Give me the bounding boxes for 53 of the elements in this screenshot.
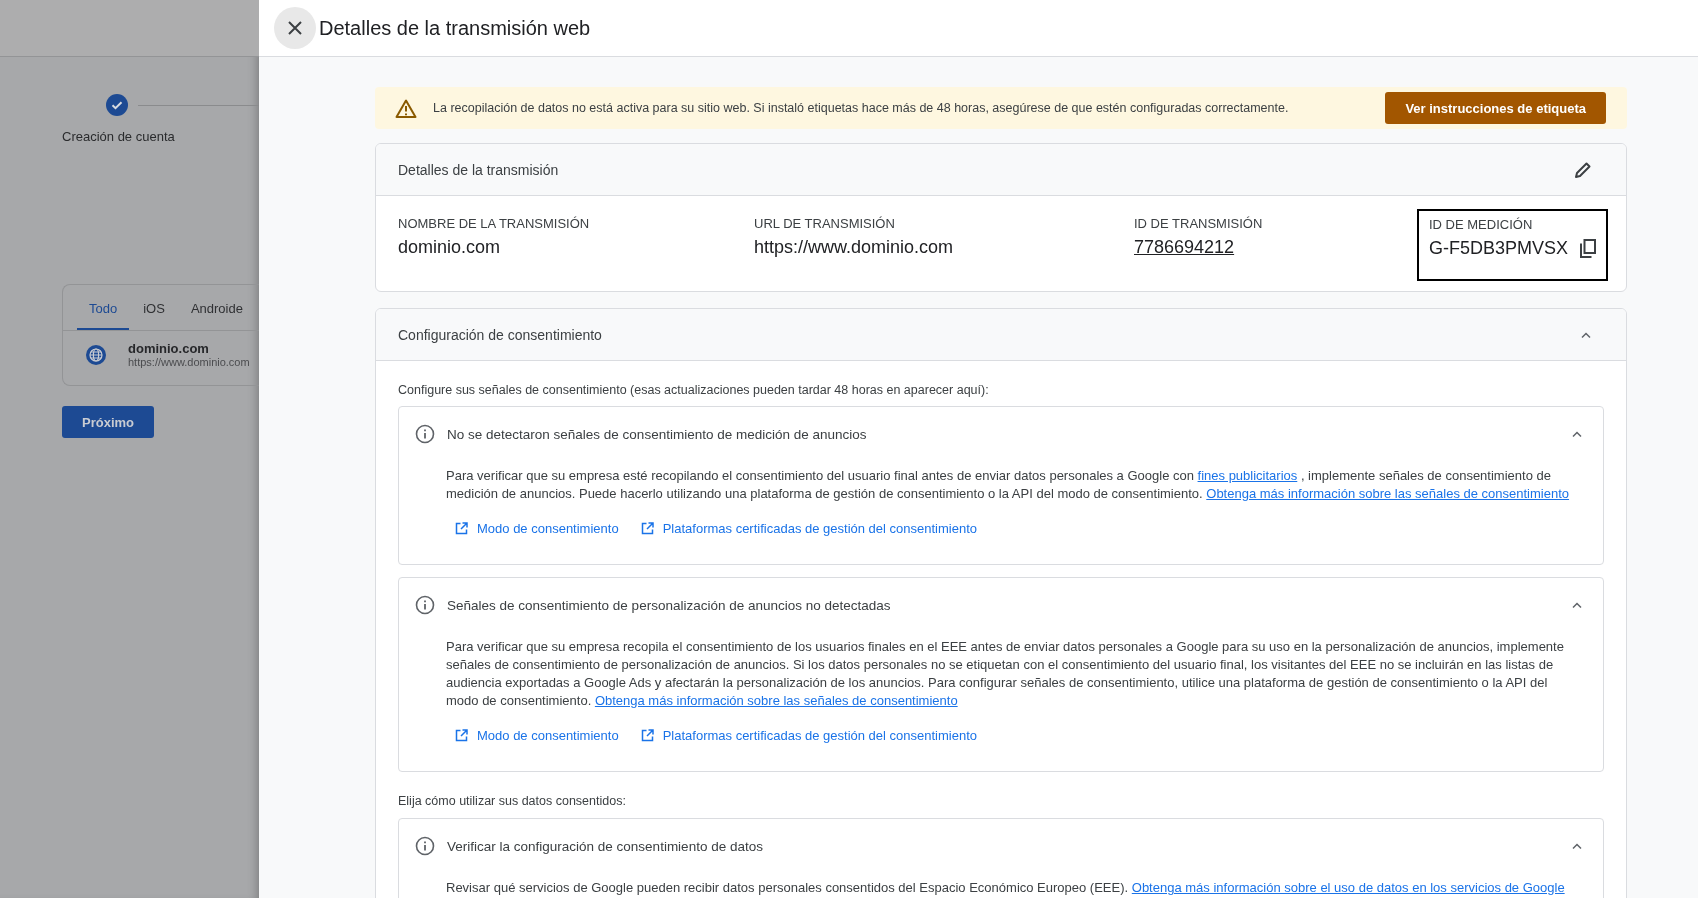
platform-tab[interactable]: Androide [178, 285, 255, 330]
close-icon [288, 21, 302, 35]
field-value: G-F5DB3PMVSX [1429, 238, 1569, 259]
stream-url: https://www.dominio.com [128, 356, 250, 368]
info-icon [415, 595, 435, 615]
field-value: https://www.dominio.com [754, 237, 954, 258]
pencil-icon[interactable] [1574, 160, 1592, 179]
external-link-icon [455, 729, 468, 742]
platform-tab[interactable]: iOS [131, 285, 177, 330]
step-label: Creación de cuenta [62, 129, 176, 144]
section-title: Señales de consentimiento de personalización de anuncios no detectadas [447, 597, 892, 613]
field-label: URL DE TRANSMISIÓN [754, 216, 896, 231]
next-button[interactable]: Próximo [62, 406, 154, 438]
info-icon [415, 424, 435, 444]
external-link-icon [640, 522, 654, 535]
globe-icon [86, 344, 106, 365]
panel-title: Detalles de la transmisión web [319, 16, 591, 40]
chevron-icon[interactable] [1571, 842, 1583, 850]
chevron-icon[interactable] [1580, 330, 1592, 339]
section-description: Revisar qué servicios de Google pueden recibir datos personales consentidos del Espacio Económico Europeo (EEE). Obtenga más información sobre el uso de datos en los servicios de Google [446, 879, 1566, 897]
field-value: dominio.com [398, 237, 501, 258]
external-link[interactable]: Modo de consentimiento [455, 521, 619, 536]
platform-tab[interactable]: Todo [77, 285, 130, 330]
learn-more-link[interactable]: Obtenga más información sobre las señales de consentimiento [594, 693, 958, 708]
chevron-icon[interactable] [1571, 601, 1583, 609]
external-link[interactable]: Plataformas certificadas de gestión del consentimiento [640, 728, 977, 743]
learn-more-link[interactable]: Obtenga más información sobre el uso de datos en los servicios de Google [1131, 880, 1565, 895]
field-label: ID DE TRANSMISIÓN [1134, 216, 1264, 231]
close-button[interactable] [274, 7, 316, 49]
stream-name[interactable]: dominio.com [128, 341, 250, 356]
stream-id-link[interactable]: 7786694212 [1134, 237, 1235, 258]
external-link-icon [455, 522, 468, 535]
copy-icon[interactable] [1580, 239, 1597, 258]
external-link[interactable]: Plataformas certificadas de gestión del consentimiento [640, 521, 977, 536]
usage-label: Elija cómo utilizar sus datos consentidos: [398, 794, 627, 808]
chevron-icon[interactable] [1571, 430, 1583, 438]
intro-text: Configure sus señales de consentimiento (esas actualizaciones pueden tardar 48 horas en aparecer aquí): [398, 383, 990, 397]
info-icon [415, 836, 435, 856]
field-label: NOMBRE DE LA TRANSMISIÓN [398, 216, 591, 231]
warning-icon [395, 98, 417, 118]
card-title: Configuración de consentimiento [398, 326, 602, 343]
external-link[interactable]: Modo de consentimiento [455, 728, 619, 743]
section-description: Para verificar que su empresa esté recopilando el consentimiento del usuario final antes de enviar datos personales a Google con fines publicitarios , implemente señales de consentimiento de medición de anuncios. Puede hacerlo utilizando una plataforma de gestión de consentimiento o la API del modo de consentimiento. Obtenga más información sobre las señales de consentimiento [446, 467, 1571, 503]
section-title: No se detectaron señales de consentimiento de medición de anuncios [447, 426, 868, 442]
section-title: Verificar la configuración de consentimiento de datos [447, 838, 764, 854]
tag-instructions-button[interactable]: Ver instrucciones de etiqueta [1385, 92, 1606, 124]
section-description: Para verificar que su empresa recopila el consentimiento de los usuarios finales en el EEE antes de enviar datos personales a Google para su uso en la personalización de anuncios, implemente señales de consentimiento de personalización de anuncios. Si los datos personales no se etiquetan con el consentimiento del usuario final, los visitantes del EEE no se incluirán en las listas de audiencia exportadas a Google Ads y afectarán la personalización de los anuncios. Para configurar señales de consentimiento, utilice una plataforma de gestión de consentimiento o la API del modo de consentimiento. Obtenga más información sobre las señales de consentimiento [446, 638, 1565, 710]
learn-more-link[interactable]: Obtenga más información sobre las señales de consentimiento [1206, 486, 1570, 501]
learn-more-link[interactable]: fines publicitarios [1197, 468, 1298, 483]
warning-message: La recopilación de datos no está activa para su sitio web. Si instaló etiquetas hace más de 48 horas, asegúrese de que estén configuradas correctamente. [433, 101, 1290, 115]
external-link-icon [640, 729, 654, 742]
card-title: Detalles de la transmisión [398, 161, 559, 178]
field-label: ID DE MEDICIÓN [1429, 217, 1534, 232]
